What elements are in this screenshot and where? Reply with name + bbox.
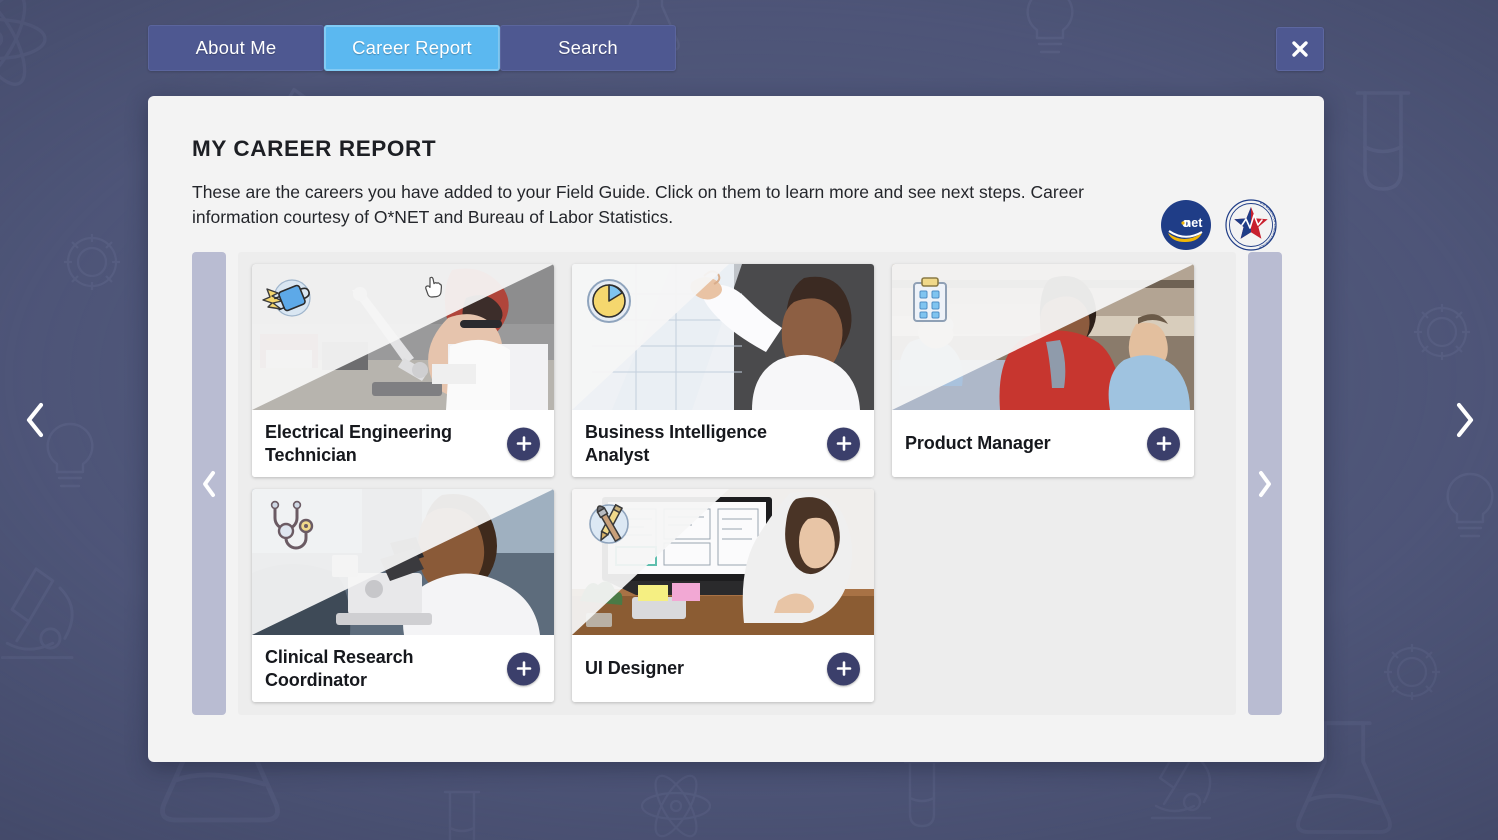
carousel-track: Electrical Engineering Technician Busine… bbox=[238, 252, 1236, 715]
card-title: Product Manager bbox=[905, 433, 1051, 454]
tab-about-me[interactable]: About Me bbox=[148, 25, 324, 71]
close-button[interactable] bbox=[1276, 27, 1324, 71]
career-card-product-manager[interactable]: Product Manager bbox=[892, 264, 1194, 477]
career-card-ui-designer[interactable]: UI Designer bbox=[572, 489, 874, 702]
add-career-button[interactable] bbox=[507, 652, 540, 685]
chevron-left-icon bbox=[203, 470, 215, 497]
card-title: Electrical Engineering Technician bbox=[265, 421, 452, 465]
page-title: MY CAREER REPORT bbox=[192, 136, 437, 161]
add-career-button[interactable] bbox=[1147, 427, 1180, 460]
career-card-electrical-engineering-technician[interactable]: Electrical Engineering Technician bbox=[252, 264, 554, 477]
carousel-next-button[interactable] bbox=[1248, 252, 1282, 715]
chevron-left-icon bbox=[26, 402, 44, 438]
pie-chart-icon bbox=[587, 279, 631, 323]
card-title: Business Intelligence Analyst bbox=[585, 421, 767, 465]
card-media bbox=[252, 489, 554, 635]
card-footer: Business Intelligence Analyst bbox=[572, 410, 874, 477]
close-icon bbox=[1292, 41, 1308, 57]
carousel-prev-button[interactable] bbox=[192, 252, 226, 715]
chevron-right-icon bbox=[1259, 470, 1271, 497]
card-media bbox=[572, 489, 874, 635]
career-card-business-intelligence-analyst[interactable]: Business Intelligence Analyst bbox=[572, 264, 874, 477]
card-footer: Product Manager bbox=[892, 410, 1194, 477]
svg-text:net: net bbox=[1184, 216, 1204, 230]
card-media bbox=[572, 264, 874, 410]
plus-icon bbox=[1156, 436, 1171, 451]
brush-pencil-icon bbox=[589, 503, 629, 544]
partner-logos: o net U.S. BUREAU OF LABOR STATISTICS bbox=[1160, 198, 1278, 252]
card-footer: UI Designer bbox=[572, 635, 874, 702]
card-title: UI Designer bbox=[585, 658, 684, 679]
card-media bbox=[892, 264, 1194, 410]
clipboard-icon bbox=[913, 277, 947, 322]
card-title: Clinical Research Coordinator bbox=[265, 646, 414, 690]
bureau-of-labor-statistics-logo: U.S. BUREAU OF LABOR STATISTICS bbox=[1225, 199, 1278, 251]
card-media bbox=[252, 264, 554, 410]
page-next-button[interactable] bbox=[1440, 393, 1490, 447]
add-career-button[interactable] bbox=[827, 652, 860, 685]
page-prev-button[interactable] bbox=[10, 393, 60, 447]
card-footer: Clinical Research Coordinator bbox=[252, 635, 554, 702]
add-career-button[interactable] bbox=[827, 427, 860, 460]
career-card-clinical-research-coordinator[interactable]: Clinical Research Coordinator bbox=[252, 489, 554, 702]
plus-icon bbox=[516, 436, 531, 451]
top-tab-bar: About Me Career Report Search bbox=[148, 25, 676, 71]
plus-icon bbox=[836, 436, 851, 451]
o-net-logo: o net bbox=[1161, 200, 1211, 250]
svg-text:U.S. BUREAU OF LABOR STATISTIC: U.S. BUREAU OF LABOR STATISTICS bbox=[1259, 201, 1278, 250]
stethoscope-icon bbox=[270, 500, 314, 550]
tab-search[interactable]: Search bbox=[500, 25, 676, 71]
tab-career-report[interactable]: Career Report bbox=[324, 25, 500, 71]
card-footer: Electrical Engineering Technician bbox=[252, 410, 554, 477]
add-career-button[interactable] bbox=[507, 427, 540, 460]
panel-header: MY CAREER REPORT These are the careers y… bbox=[192, 136, 1280, 251]
career-cards-carousel: Electrical Engineering Technician Busine… bbox=[192, 252, 1282, 715]
plus-icon bbox=[516, 661, 531, 676]
plus-icon bbox=[836, 661, 851, 676]
chevron-right-icon bbox=[1456, 402, 1474, 438]
plug-lightning-icon bbox=[262, 279, 311, 317]
page-description: These are the careers you have added to … bbox=[192, 182, 1085, 227]
